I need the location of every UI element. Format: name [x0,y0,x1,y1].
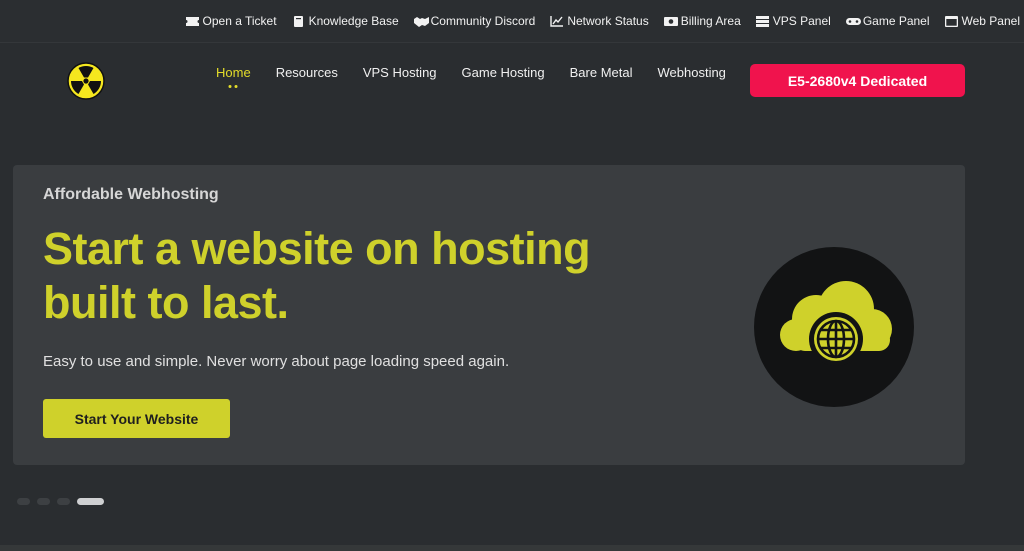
next-section-edge [0,545,1024,551]
web-panel-label: Web Panel [961,14,1020,28]
nav-vps-hosting[interactable]: VPS Hosting [363,65,437,80]
hero-headline-line1: Start a website on hosting [43,223,591,274]
nav-game-hosting[interactable]: Game Hosting [462,65,545,80]
open-ticket-link[interactable]: Open a Ticket [185,14,277,28]
nav-vps-hosting-label: VPS Hosting [362,65,437,80]
nav-resources-label: Resources [275,65,338,80]
main-navbar: Home Resources VPS Hosting Game Hosting … [0,43,1024,123]
community-discord-label: Community Discord [430,14,536,28]
active-indicator [228,85,238,88]
radiation-logo[interactable] [67,62,105,100]
vps-panel-link[interactable]: VPS Panel [755,14,831,28]
game-panel-link[interactable]: Game Panel [845,14,930,28]
slider-dot-active[interactable] [77,498,104,505]
server-icon [755,15,769,27]
book-icon [292,15,305,27]
billing-area-label: Billing Area [680,14,741,28]
handshake-icon [413,16,429,27]
slider-dot[interactable] [17,498,30,505]
ticket-icon [185,16,199,27]
chart-icon [550,15,564,27]
knowledge-base-link[interactable]: Knowledge Base [292,14,399,28]
dedicated-cta-button[interactable]: E5-2680v4 Dedicated [750,64,965,97]
game-panel-label: Game Panel [862,14,930,28]
nav-home-label: Home [216,65,251,80]
billing-area-link[interactable]: Billing Area [663,14,741,28]
browser-icon [944,15,958,27]
nav-links: Home Resources VPS Hosting Game Hosting … [216,65,726,88]
vps-panel-label: VPS Panel [772,14,831,28]
network-status-link[interactable]: Network Status [550,14,649,28]
nav-webhosting[interactable]: Webhosting [658,65,726,80]
hero-card: Affordable Webhosting Start a website on… [13,165,965,465]
hero-subtext: Easy to use and simple. Never worry abou… [43,353,510,370]
nav-resources[interactable]: Resources [276,65,338,80]
slider-dot[interactable] [37,498,50,505]
open-ticket-label: Open a Ticket [202,14,277,28]
nav-bare-metal[interactable]: Bare Metal [570,65,633,80]
money-icon [663,16,678,27]
nav-bare-metal-label: Bare Metal [569,65,633,80]
top-utility-bar: Open a Ticket Knowledge Base Community D… [0,0,1024,43]
nav-game-hosting-label: Game Hosting [461,65,545,80]
community-discord-link[interactable]: Community Discord [413,14,536,28]
utility-links: Open a Ticket Knowledge Base Community D… [185,0,1020,42]
slider-dot[interactable] [57,498,70,505]
slider-pagination [17,498,104,505]
web-panel-link[interactable]: Web Panel [944,14,1020,28]
network-status-label: Network Status [567,14,649,28]
hero-headline-line2: built to last. [43,277,289,328]
nav-webhosting-label: Webhosting [657,65,726,80]
cloud-globe-icon [754,247,914,407]
hero-headline: Start a website on hosting built to last… [43,222,683,330]
radiation-icon [67,62,105,100]
gamepad-icon [845,16,861,27]
hero-eyebrow: Affordable Webhosting [43,186,219,203]
start-website-button[interactable]: Start Your Website [43,399,230,438]
nav-home[interactable]: Home [216,65,251,88]
knowledge-base-label: Knowledge Base [308,14,399,28]
